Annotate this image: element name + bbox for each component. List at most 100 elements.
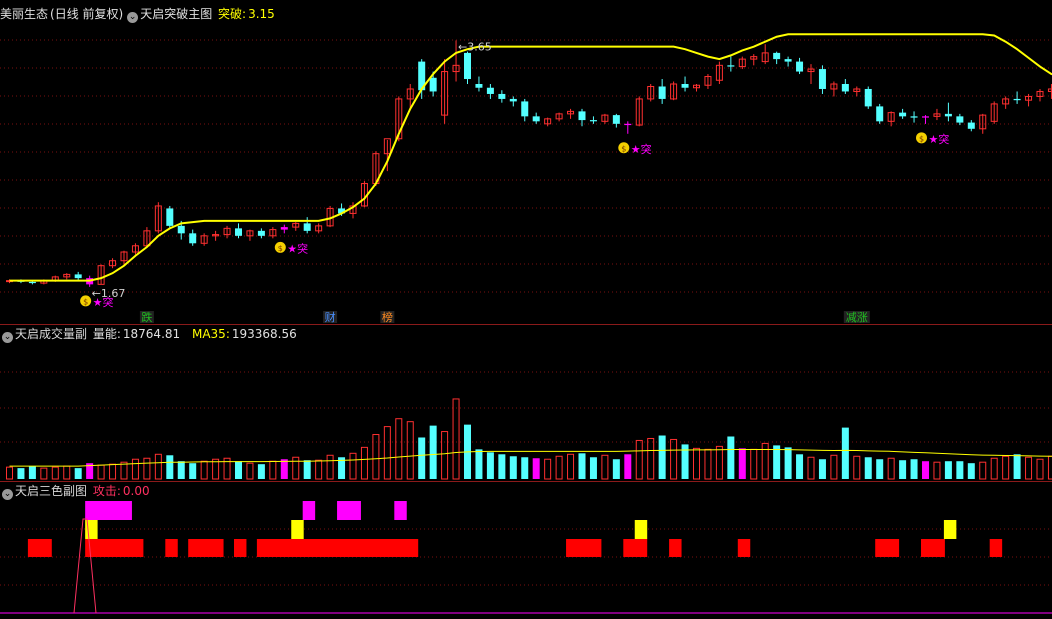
- candle-body: [910, 116, 918, 118]
- volume-bar: [441, 431, 449, 480]
- volume-panel-header: ⌄ 天启成交量副 量能: 18764.81 MA35: 193368.56: [0, 326, 299, 343]
- volume-bar: [6, 466, 13, 480]
- volume-bar: [246, 462, 254, 480]
- three-color-chart[interactable]: [0, 499, 1052, 619]
- candle-body: [189, 233, 197, 244]
- red-block: [234, 539, 247, 557]
- volume-bar: [1047, 455, 1052, 480]
- red-block: [886, 539, 900, 557]
- volume-bar: [589, 457, 597, 479]
- chevron-down-icon[interactable]: ⌄: [127, 12, 139, 23]
- volume-bar: [693, 447, 700, 480]
- main-indicator-name[interactable]: 天启突破主图: [140, 7, 212, 21]
- volume-bar: [715, 445, 723, 480]
- red-block: [737, 539, 751, 557]
- candle-body: [532, 116, 540, 122]
- candle-body: [876, 106, 884, 122]
- volume-bar: [956, 461, 964, 479]
- candle-body: [612, 115, 620, 124]
- candle-body: [475, 84, 483, 88]
- volume-bar: [349, 452, 357, 480]
- red-block: [348, 539, 361, 557]
- red-block: [119, 539, 132, 557]
- volume-bar: [532, 458, 540, 479]
- candle-body: [773, 52, 781, 60]
- volume-bar: [28, 466, 36, 479]
- volume-bar: [796, 454, 804, 479]
- volume-bar: [17, 468, 25, 479]
- red-block: [199, 539, 213, 557]
- candle-body: [509, 98, 517, 102]
- volume-bar: [910, 459, 918, 479]
- volume-bar: [383, 426, 391, 480]
- magenta-block: [394, 501, 407, 520]
- red-block: [256, 539, 270, 557]
- color-panel-header: ⌄ 天启三色副图 攻击: 0.00: [0, 483, 152, 500]
- volume-bar: [509, 456, 517, 479]
- volume-bar: [235, 461, 242, 479]
- signal-label: ★突: [631, 142, 652, 156]
- volume-chart[interactable]: [0, 342, 1052, 480]
- volume-bar: [452, 398, 460, 480]
- candle-body: [796, 61, 804, 72]
- candle-body: [486, 87, 494, 94]
- candle-body: [257, 230, 265, 236]
- volume-bar: [750, 448, 758, 480]
- volume-bar: [944, 461, 952, 479]
- ma35-value: 193368.56: [231, 327, 297, 341]
- red-block: [211, 539, 224, 557]
- event-tag: 榜: [382, 310, 393, 324]
- event-tag: 跌: [141, 310, 152, 324]
- candle-body: [967, 122, 975, 129]
- volume-bar: [578, 453, 586, 479]
- volume-bar: [372, 434, 380, 480]
- volume-bar: [1025, 456, 1033, 480]
- red-block: [623, 539, 636, 557]
- stock-name[interactable]: 美丽生态: [0, 7, 48, 21]
- volume-bar: [967, 463, 975, 479]
- red-block: [588, 539, 602, 557]
- yellow-block: [943, 520, 957, 539]
- red-block: [875, 539, 888, 557]
- red-block: [188, 539, 201, 557]
- magenta-block: [96, 501, 110, 520]
- panel-divider: [0, 481, 1052, 482]
- candle-body: [235, 228, 242, 236]
- money-bag-glyph: $: [919, 134, 924, 143]
- yellow-block: [634, 520, 648, 539]
- attack-label: 攻击:: [92, 484, 121, 498]
- volume-bar: [269, 460, 277, 480]
- volume-bar: [63, 465, 71, 480]
- low-price-label: ←1.67: [92, 287, 126, 300]
- red-block: [108, 539, 121, 557]
- candle-body: [1013, 98, 1021, 101]
- candle-body: [177, 225, 185, 234]
- red-block: [27, 539, 41, 557]
- magenta-block: [348, 501, 361, 520]
- red-block: [359, 539, 373, 557]
- volume-bar: [280, 459, 288, 479]
- attack-value: 0.00: [122, 484, 150, 498]
- volume-bar: [143, 457, 151, 480]
- volume-bar: [360, 446, 368, 480]
- volume-bar: [979, 461, 987, 480]
- volume-bar: [738, 448, 746, 479]
- volume-bar: [521, 457, 529, 479]
- volume-bar: [807, 456, 815, 480]
- candle-body: [521, 101, 529, 117]
- candlestick-chart[interactable]: $ ★突$ ★突$ ★突$ ★突←3.65←1.67跌财榜减涨: [0, 24, 1052, 324]
- volume-bar: [704, 448, 712, 480]
- volume-bar: [1013, 454, 1021, 479]
- volume-indicator-name[interactable]: 天启成交量副: [15, 327, 87, 341]
- candle-body: [864, 88, 872, 107]
- period-label[interactable]: (日线 前复权): [50, 7, 123, 21]
- candle-body: [280, 227, 288, 230]
- magenta-block: [85, 501, 98, 520]
- volume-bar: [429, 425, 437, 479]
- volume-bar: [166, 455, 174, 479]
- main-panel-header: 美丽生态 (日线 前复权) ⌄ 天启突破主图 突破: 3.15: [0, 6, 277, 23]
- color-indicator-name[interactable]: 天启三色副图: [15, 484, 87, 498]
- red-block: [921, 539, 934, 557]
- volume-bar: [887, 457, 895, 480]
- volume-bar: [876, 459, 884, 479]
